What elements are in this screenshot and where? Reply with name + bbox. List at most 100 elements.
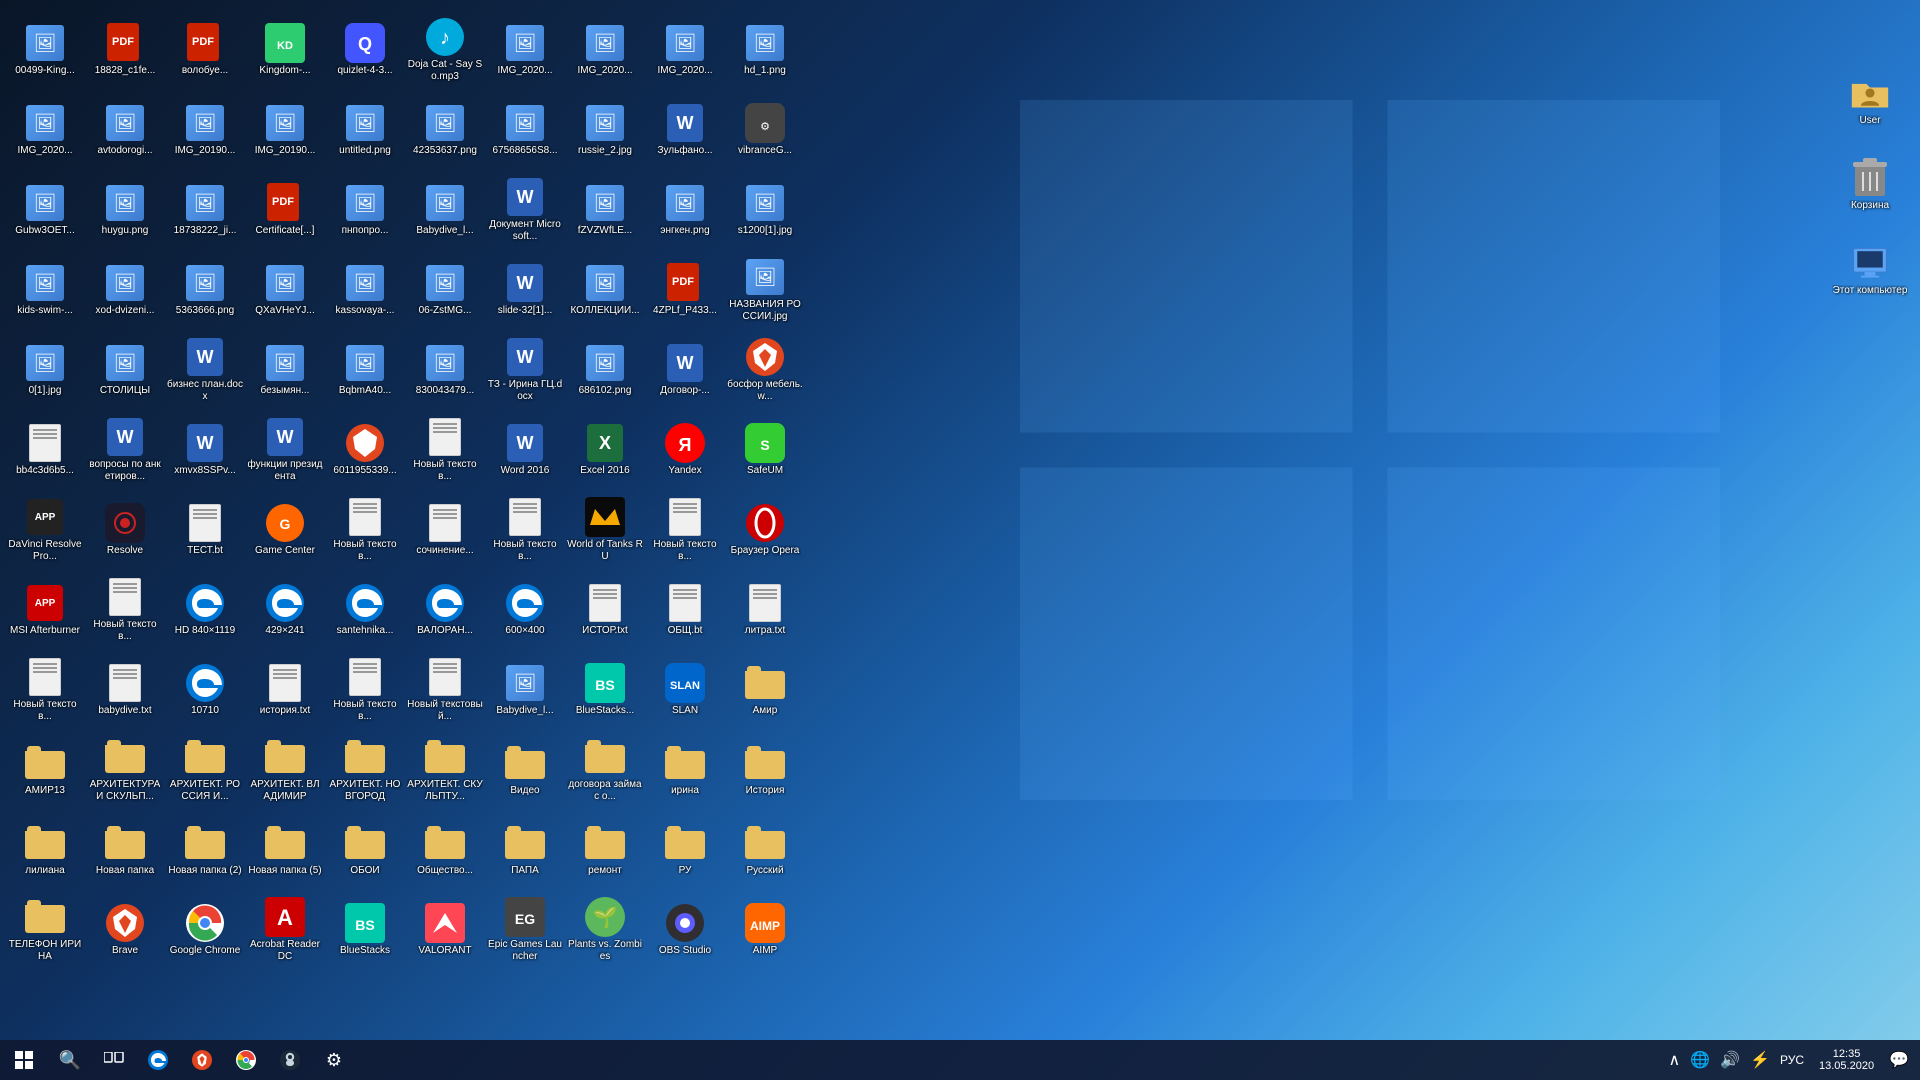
icon-funkprez[interactable]: W функции президента xyxy=(245,410,325,490)
icon-epic[interactable]: EG Epic Games Launcher xyxy=(485,890,565,970)
icon-novpap1[interactable]: Новая папка xyxy=(85,810,165,890)
icon-davinci[interactable]: APP DaVinci Resolve Pro... xyxy=(5,490,85,570)
icon-yandex[interactable]: Я Yandex xyxy=(645,410,725,490)
icon-msi[interactable]: APP MSI Afterburner xyxy=(5,570,85,650)
icon-istoror[interactable]: ИСТОР.txt xyxy=(565,570,645,650)
icon-user[interactable]: User xyxy=(1830,60,1910,140)
icon-engken[interactable]: 🖼 энгкен.png xyxy=(645,170,725,250)
icon-fzvzwr[interactable]: 🖼 fZVZWfLE... xyxy=(565,170,645,250)
icon-4zplf[interactable]: PDF 4ZPLf_P433... xyxy=(645,250,725,330)
icon-avtodorogi[interactable]: 🖼 avtodorogi... xyxy=(85,90,165,170)
icon-oboi[interactable]: ОБОИ xyxy=(325,810,405,890)
icon-istoriatxt[interactable]: история.txt xyxy=(245,650,325,730)
icon-doja[interactable]: ♪ Doja Cat - Say So.mp3 xyxy=(405,10,485,90)
icon-etotpc[interactable]: Этот компьютер xyxy=(1830,230,1910,310)
icon-bluestacks2[interactable]: BS BlueStacks... xyxy=(565,650,645,730)
icon-telefon[interactable]: ТЕЛЕФОН ИРИНА xyxy=(5,890,85,970)
icon-korzina[interactable]: Корзина xyxy=(1830,145,1910,225)
tray-battery[interactable]: ⚡ xyxy=(1747,1050,1773,1070)
icon-remont[interactable]: ремонт xyxy=(565,810,645,890)
icon-slan[interactable]: SLAN SLAN xyxy=(645,650,725,730)
icon-liliana[interactable]: лилиана xyxy=(5,810,85,890)
icon-kassovaya[interactable]: 🖼 kassovaya-... xyxy=(325,250,405,330)
taskbar-brave[interactable] xyxy=(180,1040,224,1080)
icon-aimp[interactable]: AIMP AIMP xyxy=(725,890,805,970)
icon-60119[interactable]: 6011955339... xyxy=(325,410,405,490)
icon-xmx[interactable]: W xmvx8SSPv... xyxy=(165,410,245,490)
taskbar-settings[interactable]: ⚙ xyxy=(312,1040,356,1080)
icon-42353[interactable]: 🖼 42353637.png xyxy=(405,90,485,170)
icon-10710[interactable]: 10710 xyxy=(165,650,245,730)
icon-nazvan[interactable]: 🖼 НАЗВАНИЯ РОССИИ.jpg xyxy=(725,250,805,330)
icon-img2019-3[interactable]: 🖼 IMG_20190... xyxy=(245,90,325,170)
icon-686102[interactable]: 🖼 686102.png xyxy=(565,330,645,410)
icon-voprosy[interactable]: W вопросы по анкетиров... xyxy=(85,410,165,490)
icon-novtxt1[interactable]: Новый текстов... xyxy=(5,650,85,730)
icon-arhitros[interactable]: АРХИТЕКТ. РОССИЯ И... xyxy=(165,730,245,810)
icon-arhitvlad[interactable]: АРХИТЕКТ. ВЛАДИМИР xyxy=(245,730,325,810)
icon-russky[interactable]: Русский xyxy=(725,810,805,890)
icon-gubw[interactable]: 🖼 Gubw3OET... xyxy=(5,170,85,250)
icon-kids[interactable]: 🖼 kids-swim-... xyxy=(5,250,85,330)
icon-pnpoprop[interactable]: 🖼 пнпопро... xyxy=(325,170,405,250)
icon-5363[interactable]: 🖼 5363666.png xyxy=(165,250,245,330)
icon-arhitskulp[interactable]: АРХИТЕКТ. СКУЛЬПТУ... xyxy=(405,730,485,810)
taskview-button[interactable] xyxy=(92,1040,136,1080)
icon-18828[interactable]: PDF 18828_c1fe... xyxy=(85,10,165,90)
icon-arhitnov[interactable]: АРХИТЕКТ. НОВГОРОД xyxy=(325,730,405,810)
icon-babydive[interactable]: babydive.txt xyxy=(85,650,165,730)
icon-acrobat[interactable]: A Acrobat Reader DC xyxy=(245,890,325,970)
taskbar-steam[interactable] xyxy=(268,1040,312,1080)
icon-dogovor2[interactable]: W Договор-... xyxy=(645,330,725,410)
tray-notification[interactable]: 💬 xyxy=(1886,1050,1912,1070)
icon-amir13[interactable]: АМИР13 xyxy=(5,730,85,810)
icon-bluestacks[interactable]: BS BlueStacks xyxy=(325,890,405,970)
icon-kollek[interactable]: 🖼 КОЛЛЕКЦИИ... xyxy=(565,250,645,330)
icon-kingdom[interactable]: KD Kingdom-... xyxy=(245,10,325,90)
icon-arhit1[interactable]: АРХИТЕКТУРА И СКУЛЬП... xyxy=(85,730,165,810)
icon-testtxt[interactable]: ТЕСТ.bt xyxy=(165,490,245,570)
icon-novpap5[interactable]: Новая папка (5) xyxy=(245,810,325,890)
tray-chevron[interactable]: ∧ xyxy=(1666,1050,1684,1070)
icon-excel2016[interactable]: X Excel 2016 xyxy=(565,410,645,490)
icon-img2020-4[interactable]: 🖼 IMG_2020... xyxy=(645,10,725,90)
icon-bosforbrav[interactable]: босфор мебель.w... xyxy=(725,330,805,410)
taskbar-chrome[interactable] xyxy=(224,1040,268,1080)
icon-untitled[interactable]: 🖼 untitled.png xyxy=(325,90,405,170)
icon-papa[interactable]: ПАПА xyxy=(485,810,565,890)
icon-hd1[interactable]: 🖼 hd_1.png xyxy=(725,10,805,90)
icon-russie2[interactable]: 🖼 russie_2.jpg xyxy=(565,90,645,170)
icon-novtxt8[interactable]: Новый текстов... xyxy=(645,490,725,570)
icon-dogovor[interactable]: договора займа с о... xyxy=(565,730,645,810)
icon-sochinenie[interactable]: сочинение... xyxy=(405,490,485,570)
icon-valorant2[interactable]: ВАЛОРАН... xyxy=(405,570,485,650)
icon-biznesplan[interactable]: W бизнес план.docx xyxy=(165,330,245,410)
icon-huygu[interactable]: 🖼 huygu.png xyxy=(85,170,165,250)
icon-qxavhe[interactable]: 🖼 QXaVHeYJ... xyxy=(245,250,325,330)
icon-xodvizeni[interactable]: 🖼 xod-dvizeni... xyxy=(85,250,165,330)
icon-429x241[interactable]: 429×241 xyxy=(245,570,325,650)
icon-obshtxt[interactable]: ОБЩ.bt xyxy=(645,570,725,650)
icon-litra[interactable]: литра.txt xyxy=(725,570,805,650)
icon-novtxt3[interactable]: Новый текстов... xyxy=(325,490,405,570)
icon-brave[interactable]: Brave xyxy=(85,890,165,970)
icon-slide32[interactable]: W slide-32[1]... xyxy=(485,250,565,330)
icon-18738[interactable]: 🖼 18738222_ji... xyxy=(165,170,245,250)
icon-vibrance[interactable]: ⚙ vibranceG... xyxy=(725,90,805,170)
icon-830043[interactable]: 🖼 830043479... xyxy=(405,330,485,410)
icon-novpap2[interactable]: Новая папка (2) xyxy=(165,810,245,890)
tray-network[interactable]: 🌐 xyxy=(1687,1050,1713,1070)
icon-amir2[interactable]: Амир xyxy=(725,650,805,730)
icon-01jpg[interactable]: 🖼 0[1].jpg xyxy=(5,330,85,410)
icon-bqbm[interactable]: 🖼 BqbmA40... xyxy=(325,330,405,410)
icon-obs[interactable]: OBS Studio xyxy=(645,890,725,970)
icon-novtxt7[interactable]: Новый текстов... xyxy=(485,490,565,570)
icon-novtxt6[interactable]: Новый текстовый... xyxy=(405,650,485,730)
search-button[interactable]: 🔍 xyxy=(48,1040,92,1080)
icon-babydive3[interactable]: 🖼 Babydive_l... xyxy=(485,650,565,730)
icon-ry[interactable]: РУ xyxy=(645,810,725,890)
icon-hd840[interactable]: HD 840×1119 xyxy=(165,570,245,650)
tray-language[interactable]: РУС xyxy=(1777,1053,1807,1067)
icon-istoria[interactable]: История xyxy=(725,730,805,810)
icon-plants[interactable]: 🌱 Plants vs. Zombies xyxy=(565,890,645,970)
